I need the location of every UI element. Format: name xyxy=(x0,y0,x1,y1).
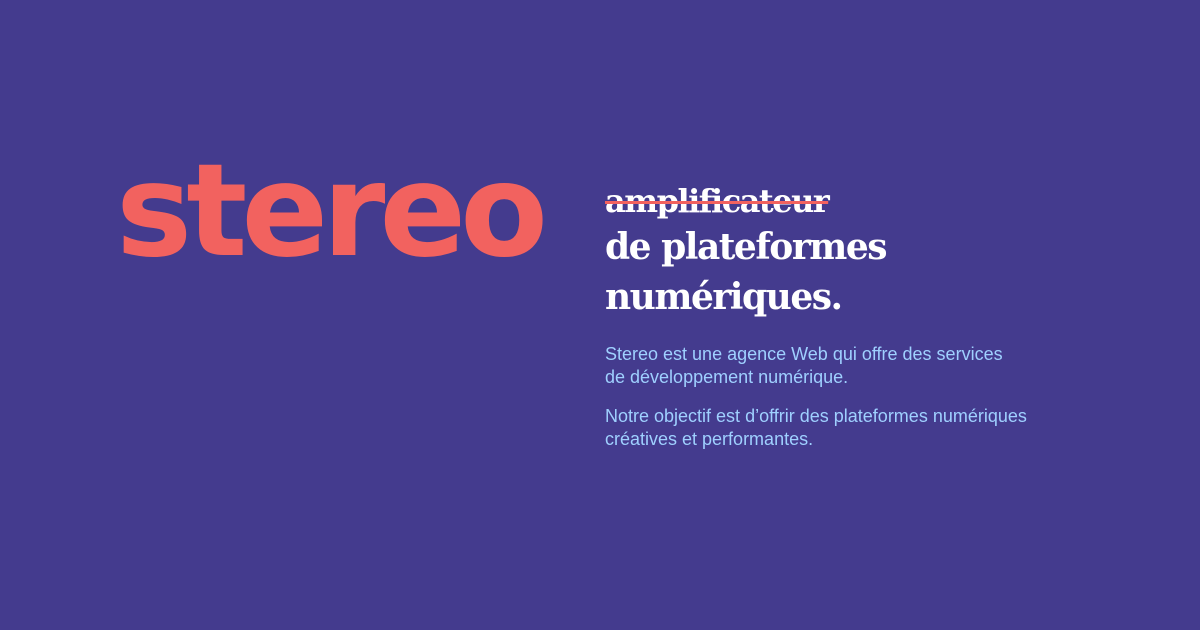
description-paragraph-1: Stereo est une agence Web qui offre des … xyxy=(605,343,1105,389)
headline: amplificateur de plateformes numériques. xyxy=(605,180,1165,322)
strikethrough-word: amplificateur xyxy=(605,182,830,220)
paragraph-2-line-1: Notre objectif est d’offrir des platefor… xyxy=(605,406,1027,426)
stereo-logo: stereo xyxy=(116,137,548,286)
headline-line-2: de plateformes xyxy=(605,226,888,268)
paragraph-1-line-1: Stereo est une agence Web qui offre des … xyxy=(605,344,1003,364)
paragraph-2-line-2: créatives et performantes. xyxy=(605,429,814,449)
description: Stereo est une agence Web qui offre des … xyxy=(605,343,1105,451)
social-share-card: stereo amplificateur de plateformes numé… xyxy=(0,0,1200,630)
headline-line-3: numériques. xyxy=(605,276,843,318)
paragraph-1-line-2: de développement numérique. xyxy=(605,367,849,387)
description-paragraph-2: Notre objectif est d’offrir des platefor… xyxy=(605,405,1105,451)
